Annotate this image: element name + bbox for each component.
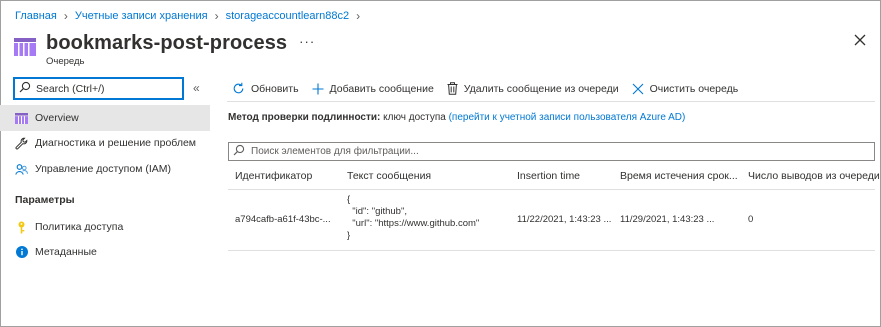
breadcrumb-separator-icon: › (214, 9, 219, 23)
cell-insertion-time: 11/22/2021, 1:43:23 ... (517, 214, 612, 225)
dequeue-message-button[interactable]: Удалить сообщение из очереди (447, 82, 619, 95)
close-icon[interactable] (852, 32, 868, 48)
table-row-divider (228, 250, 875, 251)
search-icon (233, 144, 245, 159)
queue-icon (14, 38, 36, 56)
command-bar: Обновить Добавить сообщение Удалить сооб… (232, 82, 751, 95)
key-icon (15, 221, 28, 234)
auth-method-label: Метод проверки подлинности: (228, 112, 381, 123)
switch-to-azure-ad-link[interactable]: (перейти к учетной записи пользователя A… (449, 112, 686, 123)
add-message-button[interactable]: Добавить сообщение (312, 83, 434, 95)
search-placeholder: Search (Ctrl+/) (36, 82, 105, 95)
toolbar-divider (227, 101, 875, 102)
column-header-id[interactable]: Идентификатор (235, 170, 312, 182)
clear-queue-button[interactable]: Очистить очередь (632, 82, 739, 95)
more-options-button[interactable]: ··· (299, 34, 315, 49)
sidebar-item-label: Overview (35, 112, 79, 124)
cell-expiration-time: 11/29/2021, 1:43:23 ... (620, 214, 715, 225)
table-header-divider (228, 189, 875, 190)
add-message-label: Добавить сообщение (329, 82, 434, 95)
cell-dequeue-count: 0 (748, 214, 754, 225)
breadcrumb-storage-accounts[interactable]: Учетные записи хранения (75, 10, 208, 22)
sidebar-item-iam[interactable]: Управление доступом (IAM) (0, 156, 210, 182)
info-icon (15, 246, 28, 259)
column-header-message-text[interactable]: Текст сообщения (347, 170, 431, 182)
column-header-expiration-time[interactable]: Время истечения срок... (620, 170, 738, 182)
cell-id: a794cafb-a61f-43bc-... (235, 214, 331, 225)
breadcrumb: Главная › Учетные записи хранения › stor… (15, 9, 367, 23)
page-subtitle: Очередь (46, 56, 85, 67)
collapse-sidebar-button[interactable]: « (193, 81, 200, 95)
sidebar-search-input[interactable]: Search (Ctrl+/) (13, 77, 184, 100)
people-icon (15, 163, 28, 176)
page-title: bookmarks-post-process (46, 32, 288, 54)
column-header-insertion-time[interactable]: Insertion time (517, 170, 580, 182)
delete-icon (447, 82, 458, 95)
refresh-label: Обновить (251, 82, 299, 95)
clear-queue-label: Очистить очередь (649, 82, 739, 95)
breadcrumb-separator-icon: › (63, 9, 68, 23)
wrench-icon (15, 137, 28, 150)
breadcrumb-home[interactable]: Главная (15, 10, 57, 22)
search-icon (19, 81, 31, 96)
sidebar-item-diagnose[interactable]: Диагностика и решение проблем (0, 130, 210, 156)
cell-message-text: { "id": "github", "url": "https://www.gi… (347, 194, 480, 241)
queue-icon (15, 112, 28, 125)
auth-method: Метод проверки подлинности: ключ доступа… (228, 112, 685, 123)
dequeue-message-label: Удалить сообщение из очереди (463, 82, 619, 95)
refresh-button[interactable]: Обновить (232, 82, 299, 95)
clear-icon (632, 83, 644, 95)
sidebar-section-settings: Параметры (15, 194, 75, 206)
sidebar-item-label: Управление доступом (IAM) (35, 163, 172, 175)
sidebar-item-label: Политика доступа (35, 221, 124, 233)
sidebar-item-label: Диагностика и решение проблем (35, 137, 197, 149)
page-header: bookmarks-post-process Очередь ··· (14, 31, 315, 67)
add-icon (312, 83, 324, 95)
sidebar-item-metadata[interactable]: Метаданные (0, 239, 210, 265)
sidebar-item-label: Метаданные (35, 246, 97, 258)
refresh-icon (232, 82, 245, 95)
auth-method-value: ключ доступа (383, 112, 446, 123)
filter-input[interactable]: Поиск элементов для фильтрации... (228, 142, 875, 161)
sidebar-item-overview[interactable]: Overview (0, 105, 210, 131)
filter-placeholder: Поиск элементов для фильтрации... (251, 146, 419, 157)
breadcrumb-storage-account[interactable]: storageaccountlearn88c2 (226, 10, 350, 22)
sidebar-item-access-policy[interactable]: Политика доступа (0, 214, 210, 240)
breadcrumb-separator-icon: › (356, 9, 361, 23)
column-header-dequeue-count[interactable]: Число выводов из очереди (748, 170, 880, 182)
